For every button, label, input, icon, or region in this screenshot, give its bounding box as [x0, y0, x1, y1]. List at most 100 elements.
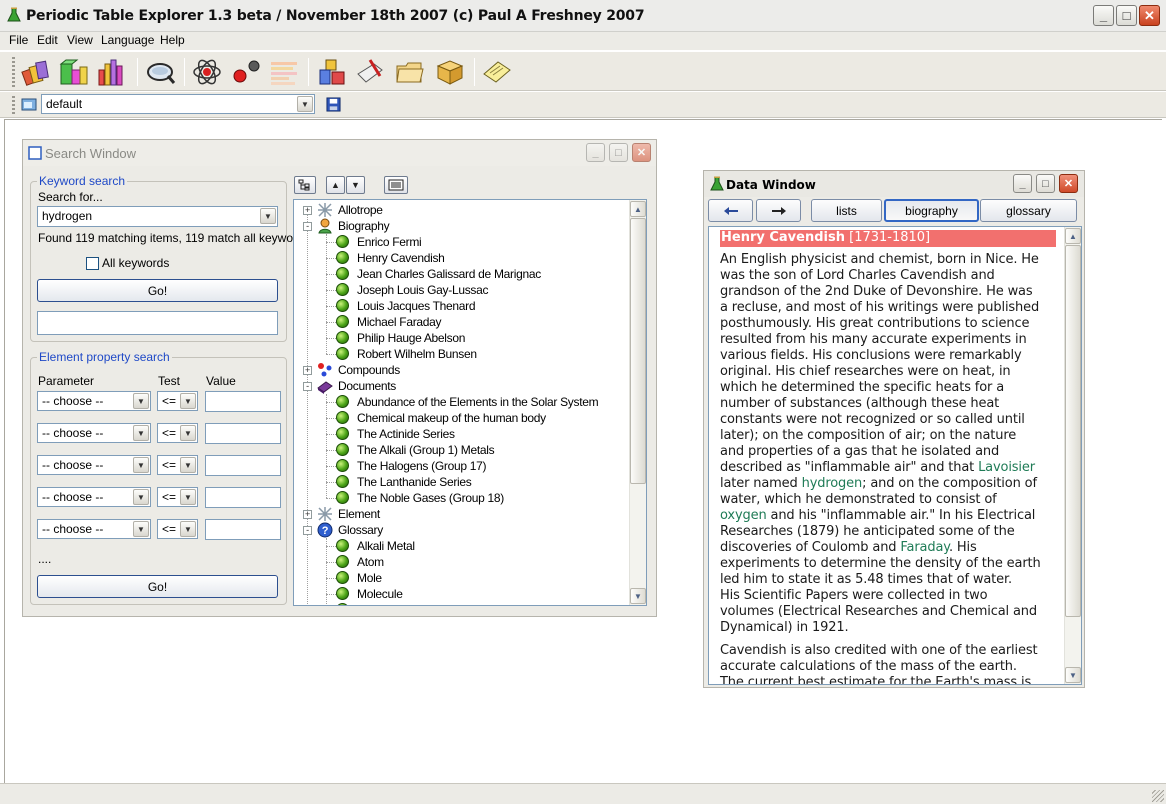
search-close-button[interactable]: ✕	[632, 143, 651, 162]
menu-edit[interactable]: Edit	[34, 33, 61, 47]
save-icon[interactable]	[326, 97, 341, 112]
menu-view[interactable]: View	[64, 33, 96, 47]
chevron-down-icon[interactable]: ▼	[133, 425, 149, 441]
keyword-extra-field[interactable]	[37, 311, 278, 335]
search-maximize-button[interactable]: □	[609, 143, 628, 162]
glossary-link[interactable]: Faraday	[900, 540, 949, 555]
tree-item[interactable]: Enrico Fermi	[294, 234, 630, 250]
menu-language[interactable]: Language	[98, 33, 157, 47]
parameter-select[interactable]: -- choose -- ▼	[37, 423, 151, 443]
tree-item[interactable]: Jean Charles Galissard de Marignac	[294, 266, 630, 282]
chevron-down-icon[interactable]: ▼	[297, 96, 313, 112]
tree-item[interactable]: The Alkali (Group 1) Metals	[294, 442, 630, 458]
profile-select[interactable]: default ▼	[41, 94, 315, 114]
maximize-button[interactable]: □	[1116, 5, 1137, 26]
expand-icon[interactable]: +	[303, 206, 312, 215]
tab-biography[interactable]: biography	[884, 199, 979, 222]
menu-help[interactable]: Help	[157, 33, 188, 47]
glossary-link[interactable]: Lavoisier	[978, 460, 1035, 475]
data-maximize-button[interactable]: □	[1036, 174, 1055, 193]
cubes-icon[interactable]	[58, 56, 90, 88]
collapse-up-icon[interactable]: ▲	[326, 176, 345, 194]
collapse-icon[interactable]: -	[303, 526, 312, 535]
parameter-select[interactable]: -- choose -- ▼	[37, 391, 151, 411]
scroll-up-icon[interactable]: ▲	[1065, 228, 1081, 244]
close-button[interactable]: ✕	[1139, 5, 1160, 26]
tree-category[interactable]: + Allotrope	[294, 202, 630, 218]
chevron-down-icon[interactable]: ▼	[133, 489, 149, 505]
tree-item[interactable]: The Halogens (Group 17)	[294, 458, 630, 474]
tree-item[interactable]: Michael Faraday	[294, 314, 630, 330]
folder-icon[interactable]	[394, 56, 426, 88]
chevron-down-icon[interactable]: ▼	[133, 521, 149, 537]
tree-item[interactable]: Noble Gas (inert gases)	[294, 602, 630, 605]
keyword-go-button[interactable]: Go!	[37, 279, 278, 302]
value-field[interactable]	[205, 455, 281, 476]
elements-stack-icon[interactable]	[20, 56, 52, 88]
biography-content[interactable]: Henry Cavendish [1731-1810] An English p…	[708, 226, 1082, 685]
scroll-down-icon[interactable]: ▼	[1065, 667, 1081, 683]
test-select[interactable]: <= ▼	[157, 423, 198, 443]
tree-item[interactable]: Philip Hauge Abelson	[294, 330, 630, 346]
search-window-title-bar[interactable]: Search Window _ □ ✕	[23, 140, 656, 166]
keyword-input[interactable]: hydrogen ▼	[37, 206, 278, 227]
minimize-button[interactable]: _	[1093, 5, 1114, 26]
test-select[interactable]: <= ▼	[157, 487, 198, 507]
property-go-button[interactable]: Go!	[37, 575, 278, 598]
tree-item[interactable]: Mole	[294, 570, 630, 586]
crystal-cubes-icon[interactable]	[316, 56, 348, 88]
scroll-up-icon[interactable]: ▲	[630, 201, 646, 217]
tree-category[interactable]: - Documents	[294, 378, 630, 394]
all-keywords-checkbox[interactable]	[86, 257, 99, 270]
chevron-down-icon[interactable]: ▼	[180, 457, 196, 473]
box-icon[interactable]	[434, 56, 466, 88]
atom-icon[interactable]	[191, 56, 223, 88]
tree-category[interactable]: -? Glossary	[294, 522, 630, 538]
tree-item[interactable]: Alkali Metal	[294, 538, 630, 554]
tree-item[interactable]: The Noble Gases (Group 18)	[294, 490, 630, 506]
chevron-down-icon[interactable]: ▼	[133, 457, 149, 473]
tree-scrollbar[interactable]: ▲ ▼	[629, 200, 646, 605]
bar-chart-icon[interactable]	[96, 56, 128, 88]
test-select[interactable]: <= ▼	[157, 519, 198, 539]
content-scrollbar[interactable]: ▲ ▼	[1064, 227, 1081, 684]
chevron-down-icon[interactable]: ▼	[260, 208, 276, 224]
app-title-bar[interactable]: Periodic Table Explorer 1.3 beta / Novem…	[0, 0, 1166, 32]
collapse-icon[interactable]: -	[303, 382, 312, 391]
expand-down-icon[interactable]: ▼	[346, 176, 365, 194]
molecule-icon[interactable]	[230, 56, 262, 88]
toolbar-grip[interactable]	[12, 57, 15, 87]
tab-lists[interactable]: lists	[811, 199, 882, 222]
spectrum-icon[interactable]	[268, 56, 300, 88]
expand-icon[interactable]: +	[303, 366, 312, 375]
tree-view-icon[interactable]	[294, 176, 316, 194]
data-minimize-button[interactable]: _	[1013, 174, 1032, 193]
back-button[interactable]	[708, 199, 753, 222]
parameter-select[interactable]: -- choose -- ▼	[37, 455, 151, 475]
resize-grip-icon[interactable]	[1152, 790, 1164, 802]
chevron-down-icon[interactable]: ▼	[180, 521, 196, 537]
collapse-icon[interactable]: -	[303, 222, 312, 231]
search-minimize-button[interactable]: _	[586, 143, 605, 162]
tree-item[interactable]: Chemical makeup of the human body	[294, 410, 630, 426]
test-select[interactable]: <= ▼	[157, 455, 198, 475]
details-view-icon[interactable]	[384, 176, 408, 194]
value-field[interactable]	[205, 423, 281, 444]
scroll-thumb[interactable]	[1065, 245, 1081, 617]
tree-item[interactable]: Molecule	[294, 586, 630, 602]
tab-glossary[interactable]: glossary	[980, 199, 1077, 222]
tree-item[interactable]: Robert Wilhelm Bunsen	[294, 346, 630, 362]
tree-category[interactable]: - Biography	[294, 218, 630, 234]
scroll-down-icon[interactable]: ▼	[630, 588, 646, 604]
tree-item[interactable]: Henry Cavendish	[294, 250, 630, 266]
data-close-button[interactable]: ✕	[1059, 174, 1078, 193]
scroll-thumb[interactable]	[630, 218, 646, 484]
chevron-down-icon[interactable]: ▼	[133, 393, 149, 409]
tree-item[interactable]: Louis Jacques Thenard	[294, 298, 630, 314]
notepad-icon[interactable]	[354, 56, 386, 88]
value-field[interactable]	[205, 519, 281, 540]
tree-category[interactable]: + Compounds	[294, 362, 630, 378]
tree-item[interactable]: Atom	[294, 554, 630, 570]
value-field[interactable]	[205, 487, 281, 508]
glossary-link[interactable]: oxygen	[720, 508, 767, 523]
